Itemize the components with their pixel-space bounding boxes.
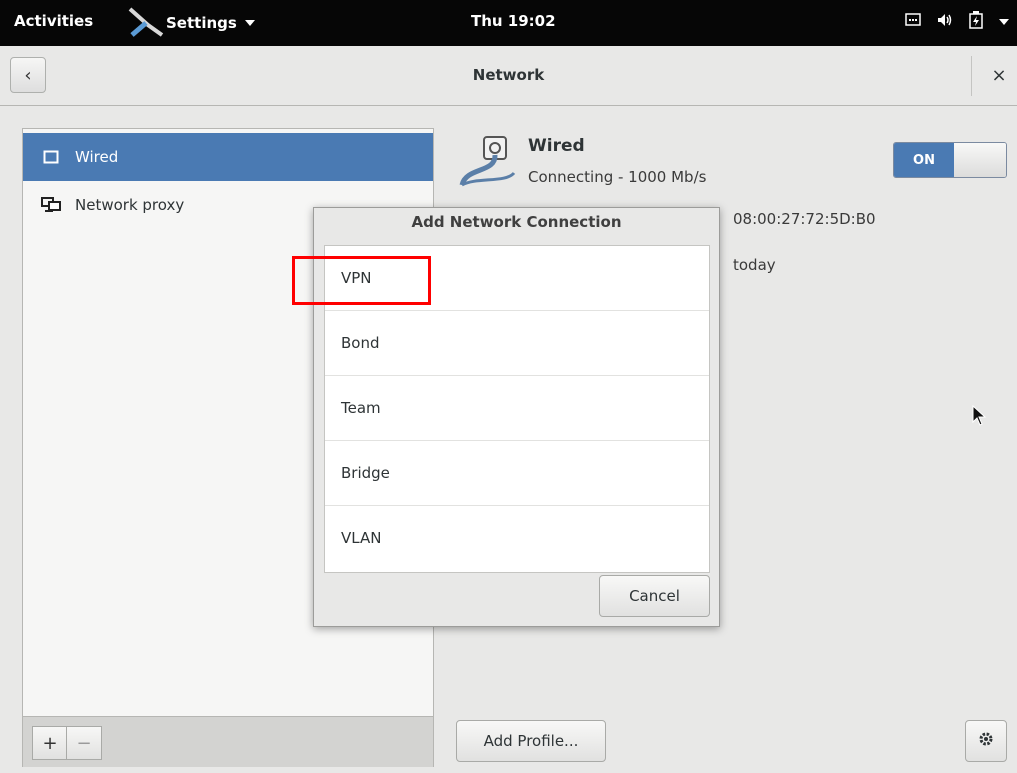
dialog-title: Add Network Connection [411, 213, 622, 231]
switch-on-label: ON [894, 143, 954, 177]
list-item-label: Bond [341, 334, 380, 352]
network-wired-icon [41, 147, 61, 167]
window-title: Network [472, 66, 545, 84]
device-power-switch[interactable]: ON [893, 142, 1007, 178]
wired-device-icon [456, 133, 516, 193]
list-item-label: VLAN [341, 529, 382, 547]
remove-connection-button[interactable]: − [66, 726, 102, 760]
last-used-value: today [733, 256, 776, 274]
hardware-address-value: 08:00:27:72:5D:B0 [733, 210, 876, 228]
sidebar-toolbar: + − [23, 716, 433, 767]
app-menu[interactable]: Settings [128, 5, 255, 41]
list-item-label: Team [341, 399, 381, 417]
switch-knob [954, 143, 1006, 177]
settings-button[interactable] [965, 720, 1007, 762]
clock[interactable]: Thu 19:02 [471, 12, 556, 30]
settings-app-icon [128, 5, 166, 41]
add-profile-button[interactable]: Add Profile... [456, 720, 606, 762]
battery-icon [969, 11, 983, 33]
chevron-down-icon [244, 20, 255, 26]
menu-arrow-icon [999, 19, 1009, 25]
header-separator [971, 56, 972, 96]
network-proxy-icon [41, 195, 61, 215]
system-tray[interactable] [905, 11, 1009, 33]
sidebar-item-label: Network proxy [75, 196, 185, 214]
gear-icon [978, 731, 994, 751]
window-headerbar: ‹ Network × [0, 46, 1017, 106]
sidebar-item-label: Wired [75, 148, 119, 166]
activities-button[interactable]: Activities [14, 12, 93, 30]
device-title: Wired [528, 136, 585, 156]
network-icon [905, 13, 921, 31]
top-bar: Activities Settings Thu 19:02 [0, 0, 1017, 46]
close-icon: × [991, 64, 1007, 86]
add-connection-button[interactable]: + [32, 726, 68, 760]
volume-icon [937, 13, 953, 31]
cancel-button[interactable]: Cancel [599, 575, 710, 617]
sidebar-item-wired[interactable]: Wired [23, 133, 433, 181]
close-button[interactable]: × [985, 61, 1013, 89]
app-menu-label: Settings [166, 14, 237, 32]
list-item-bridge[interactable]: Bridge [325, 441, 709, 506]
device-status: Connecting - 1000 Mb/s [528, 168, 707, 186]
list-item-label: Bridge [341, 464, 390, 482]
vpn-highlight-box [292, 256, 431, 305]
list-item-team[interactable]: Team [325, 376, 709, 441]
list-item-bond[interactable]: Bond [325, 311, 709, 376]
mouse-pointer-icon [972, 404, 988, 431]
list-item-vlan[interactable]: VLAN [325, 506, 709, 570]
